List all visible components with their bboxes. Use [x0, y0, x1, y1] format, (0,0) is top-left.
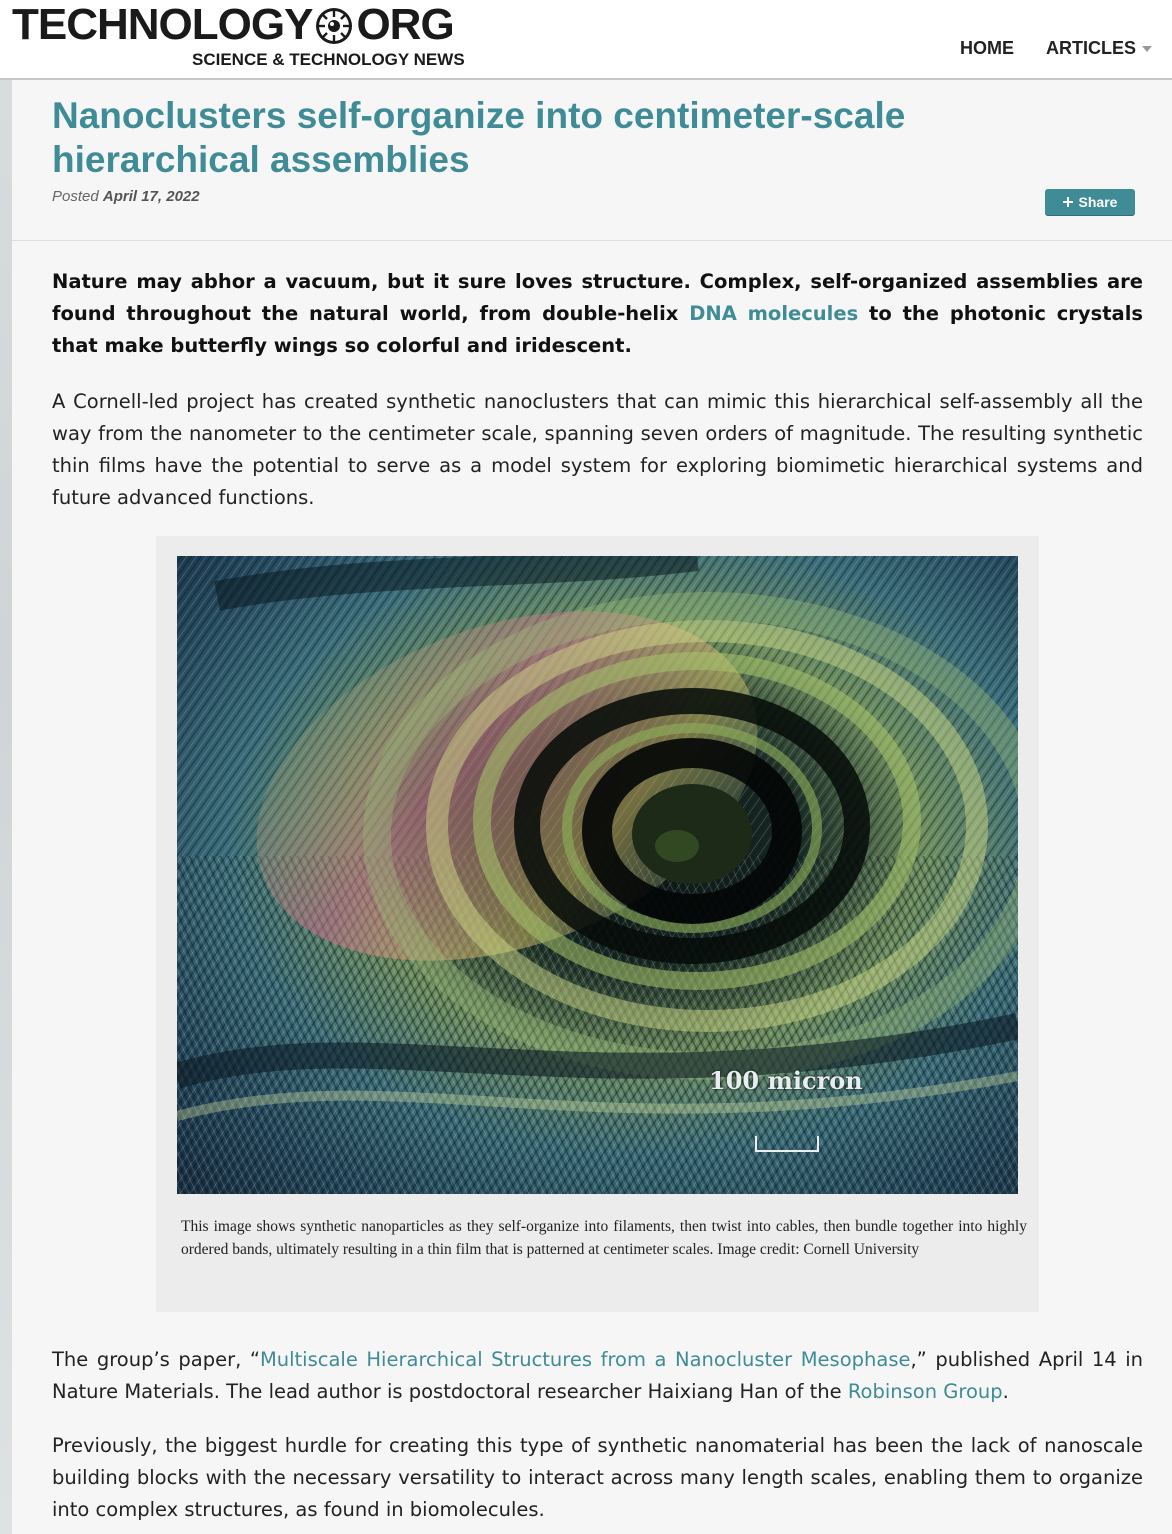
left-decorative-strip [0, 80, 12, 1534]
plus-icon [1062, 197, 1073, 207]
nav-articles-label: ARTICLES [1046, 38, 1136, 58]
site-tagline: SCIENCE & TECHNOLOGY NEWS [192, 50, 465, 69]
share-button[interactable]: Share [1045, 189, 1135, 215]
page-title: Nanoclusters self-organize into centimet… [52, 95, 906, 180]
scale-bar-label: 100 micron [709, 1066, 863, 1095]
posted-line: Posted April 17, 2022 [52, 188, 200, 205]
article-figure: 100 micron This image shows synthetic na… [156, 536, 1039, 1312]
micrograph-graphic [177, 556, 1018, 1194]
logo-eye-icon [316, 8, 353, 44]
nav-home[interactable]: HOME [960, 38, 1014, 59]
site-logo[interactable]: TECHNOLOGY ORG [12, 0, 455, 49]
caret-down-icon [1142, 46, 1152, 53]
article-header: Nanoclusters self-organize into centimet… [12, 80, 1172, 241]
site-header: TECHNOLOGY ORG SCIENCE & TECHNOLOGY NEWS… [0, 0, 1172, 80]
micrograph-image: 100 micron [177, 556, 1018, 1194]
share-label: Share [1078, 194, 1118, 210]
scale-bar [755, 1136, 819, 1152]
body-paragraph-2: The group’s paper, “Multiscale Hierarchi… [52, 1344, 1143, 1408]
lead-paragraph: Nature may abhor a vacuum, but it sure l… [52, 266, 1143, 362]
figure-caption: This image shows synthetic nanoparticles… [181, 1218, 1027, 1258]
posted-prefix: Posted [52, 188, 99, 205]
body-paragraph-1: A Cornell-led project has created synthe… [52, 390, 1143, 509]
logo-text-right: ORG [356, 0, 454, 49]
posted-date: April 17, 2022 [102, 188, 200, 205]
nav-articles[interactable]: ARTICLES [1046, 38, 1152, 59]
robinson-group-link[interactable]: Robinson Group [848, 1380, 1003, 1403]
para2-text-after: . [1002, 1380, 1009, 1403]
para2-text-before: The group’s paper, “ [52, 1348, 260, 1371]
paper-title-link[interactable]: Multiscale Hierarchical Structures from … [260, 1348, 911, 1371]
dna-molecules-link[interactable]: DNA molecules [689, 302, 858, 325]
body-paragraph-3: Previously, the biggest hurdle for creat… [52, 1434, 1143, 1521]
logo-text-left: TECHNOLOGY [12, 0, 313, 49]
